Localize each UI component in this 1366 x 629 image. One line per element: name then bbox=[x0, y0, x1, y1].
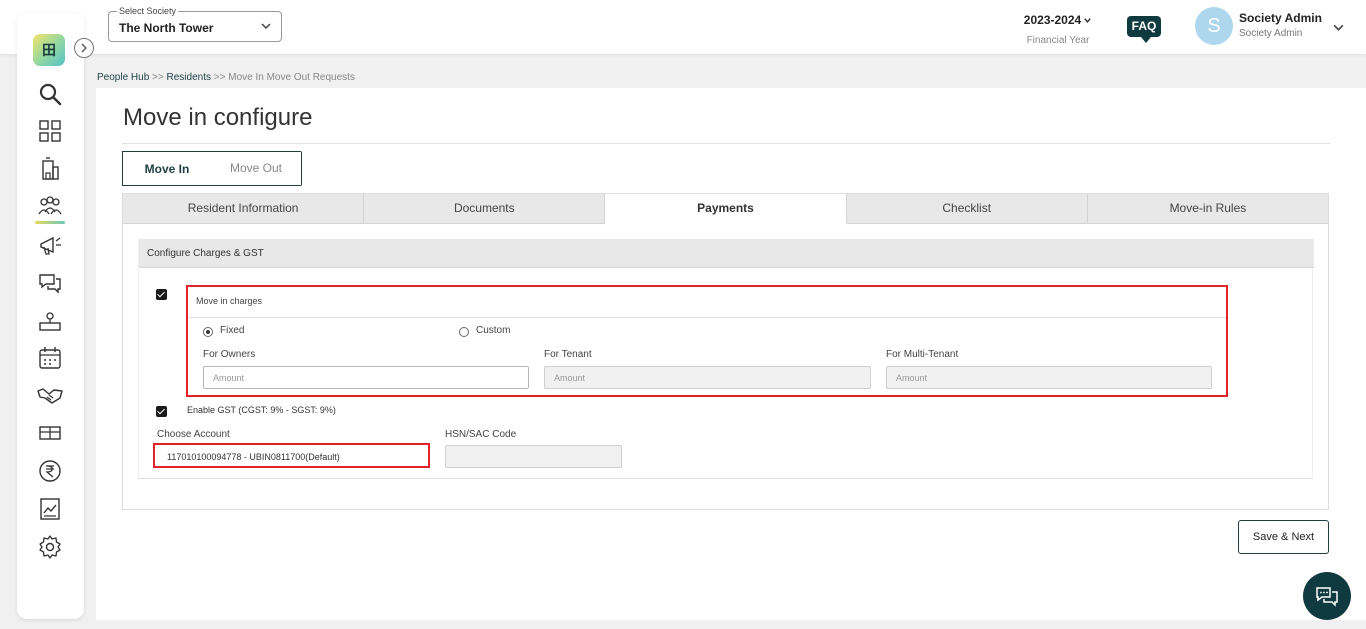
chevron-down-icon bbox=[1084, 18, 1091, 24]
app-logo: 田 bbox=[33, 34, 65, 66]
tenant-amount-input[interactable] bbox=[544, 366, 871, 389]
breadcrumb-current: Move In Move Out Requests bbox=[228, 72, 355, 83]
rupee-icon[interactable] bbox=[37, 458, 63, 484]
owners-label: For Owners bbox=[203, 349, 256, 360]
dashboard-icon[interactable] bbox=[37, 118, 63, 144]
save-next-button[interactable]: Save & Next bbox=[1238, 520, 1329, 554]
handshake-icon[interactable] bbox=[37, 382, 63, 408]
radio-custom-label: Custom bbox=[476, 325, 511, 336]
breadcrumb-residents[interactable]: Residents bbox=[167, 72, 211, 83]
tab-resident-information[interactable]: Resident Information bbox=[123, 194, 365, 224]
radio-fixed[interactable] bbox=[203, 327, 213, 337]
choose-account-value: 117010100094778 - UBIN0811700(Default) bbox=[167, 452, 340, 462]
financial-year-selector[interactable]: 2023-2024 Financial Year bbox=[1010, 13, 1106, 46]
sidebar-collapse-button[interactable] bbox=[74, 38, 94, 58]
reports-icon[interactable] bbox=[37, 496, 63, 522]
financial-year-value: 2023-2024 bbox=[1023, 13, 1082, 27]
breadcrumb-people-hub[interactable]: People Hub bbox=[97, 72, 149, 83]
amenities-icon[interactable] bbox=[37, 420, 63, 446]
chevron-down-icon bbox=[261, 23, 271, 30]
hsn-sac-input[interactable] bbox=[445, 445, 622, 468]
active-nav-indicator bbox=[35, 221, 65, 224]
move-in-charges-title: Move in charges bbox=[196, 296, 263, 306]
support-chat-button[interactable] bbox=[1303, 572, 1351, 620]
sidebar: 田 bbox=[17, 13, 84, 619]
people-icon[interactable] bbox=[37, 194, 63, 220]
society-select[interactable]: Select Society The North Tower bbox=[108, 6, 282, 42]
enable-gst-label: Enable GST (CGST: 9% - SGST: 9%) bbox=[187, 405, 336, 415]
tab-checklist[interactable]: Checklist bbox=[846, 194, 1088, 224]
section-title: Configure Charges & GST bbox=[139, 239, 1314, 268]
move-in-charges-checkbox[interactable] bbox=[156, 289, 167, 300]
radio-fixed-label: Fixed bbox=[220, 325, 245, 336]
services-icon[interactable] bbox=[37, 308, 63, 334]
tab-move-in-rules[interactable]: Move-in Rules bbox=[1087, 194, 1329, 224]
toggle-move-out[interactable]: Move Out bbox=[211, 152, 301, 185]
search-icon[interactable] bbox=[37, 81, 63, 107]
faq-button[interactable]: FAQ bbox=[1127, 16, 1161, 43]
radio-custom[interactable] bbox=[459, 327, 469, 337]
society-select-value: The North Tower bbox=[119, 21, 214, 35]
hsn-label: HSN/SAC Code bbox=[445, 429, 517, 440]
multi-tenant-amount-input[interactable] bbox=[886, 366, 1212, 389]
tab-bar: Resident Information Documents Payments … bbox=[123, 194, 1329, 224]
tenant-label: For Tenant bbox=[544, 349, 592, 360]
move-toggle: Move In Move Out bbox=[122, 151, 302, 186]
enable-gst-checkbox[interactable] bbox=[156, 406, 167, 417]
title-divider bbox=[122, 143, 1330, 144]
campaign-icon[interactable] bbox=[37, 232, 63, 258]
charges-divider bbox=[189, 317, 1226, 318]
settings-icon[interactable] bbox=[37, 534, 63, 560]
owners-amount-input[interactable] bbox=[203, 366, 529, 389]
breadcrumb: People Hub >> Residents >> Move In Move … bbox=[97, 72, 355, 83]
avatar[interactable]: S bbox=[1195, 7, 1233, 45]
tab-documents[interactable]: Documents bbox=[364, 194, 606, 224]
chevron-right-icon bbox=[81, 43, 87, 53]
user-role: Society Admin bbox=[1239, 28, 1303, 39]
financial-year-caption: Financial Year bbox=[1026, 35, 1090, 46]
multi-tenant-label: For Multi-Tenant bbox=[886, 349, 959, 360]
top-header: Select Society The North Tower 2023-2024… bbox=[0, 0, 1366, 54]
calendar-icon[interactable] bbox=[37, 345, 63, 371]
building-icon[interactable] bbox=[37, 156, 63, 182]
choose-account-label: Choose Account bbox=[157, 429, 230, 440]
tab-payments[interactable]: Payments bbox=[605, 194, 847, 224]
society-select-label: Select Society bbox=[117, 6, 179, 16]
user-menu-chevron-icon[interactable] bbox=[1332, 21, 1345, 34]
chat-support-icon bbox=[1316, 587, 1338, 607]
user-name: Society Admin bbox=[1239, 11, 1322, 25]
page-title: Move in configure bbox=[123, 104, 313, 131]
toggle-move-in[interactable]: Move In bbox=[122, 151, 212, 186]
chat-icon[interactable] bbox=[37, 270, 63, 296]
